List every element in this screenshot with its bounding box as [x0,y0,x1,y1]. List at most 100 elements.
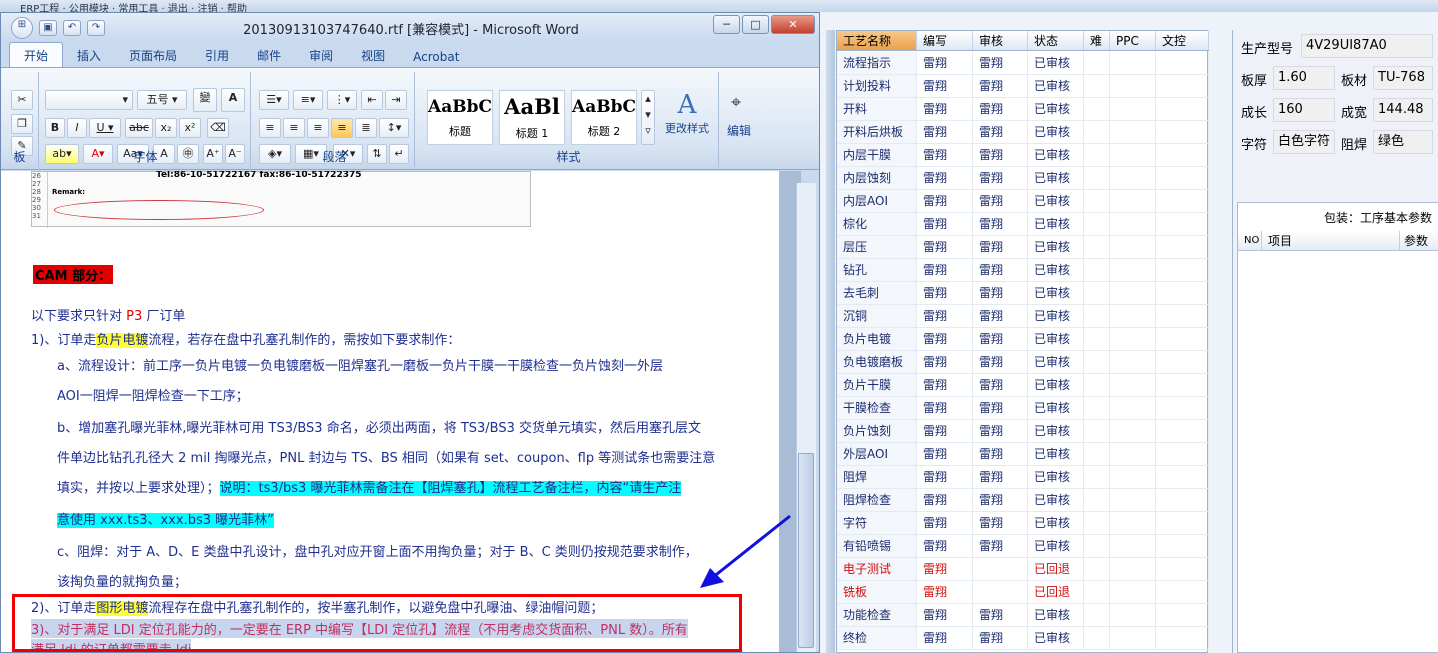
header-author[interactable]: 编写 [917,31,973,50]
header-item[interactable]: 项目 [1262,231,1400,250]
clear-format-icon[interactable]: ⌫ [207,118,229,138]
table-row[interactable]: 内层蚀刻 雷翔 雷翔 已审核 [837,167,1209,190]
tab-view[interactable]: 视图 [347,43,399,67]
header-reviewer[interactable]: 审核 [973,31,1028,50]
phonetic-icon[interactable]: 變 [193,88,217,112]
copy-icon[interactable]: ❐ [11,114,33,134]
align-right-icon[interactable]: ≡ [307,118,329,138]
office-icon[interactable]: ⊞ [11,17,33,39]
table-row[interactable]: 负电镀磨板 雷翔 雷翔 已审核 [837,351,1209,374]
table-row[interactable]: 阻焊 雷翔 雷翔 已审核 [837,466,1209,489]
table-row[interactable]: 流程指示 雷翔 雷翔 已审核 [837,52,1209,75]
header-process-name[interactable]: 工艺名称 [837,31,917,50]
edit-group[interactable]: ⌖ 编辑 [723,72,761,167]
table-row[interactable]: 电子测试 雷翔 已回退 [837,558,1209,581]
header-status[interactable]: 状态 [1028,31,1084,50]
tab-page-layout[interactable]: 页面布局 [115,43,191,67]
table-row[interactable]: 阻焊检查 雷翔 雷翔 已审核 [837,489,1209,512]
tab-acrobat[interactable]: Acrobat [399,46,473,67]
style-name: 标题 [449,125,471,138]
table-row[interactable]: 沉铜 雷翔 雷翔 已审核 [837,305,1209,328]
table-row[interactable]: 内层干膜 雷翔 雷翔 已审核 [837,144,1209,167]
cell-difficulty [1084,443,1110,465]
style-title[interactable]: AaBbC 标题 [427,90,493,145]
item-1b-line1: b、增加塞孔曝光菲林,曝光菲林可用 TS3/BS3 命名，必须出两面，将 TS3… [57,421,702,436]
table-row[interactable]: 棕化 雷翔 雷翔 已审核 [837,213,1209,236]
table-row[interactable]: 负片蚀刻 雷翔 雷翔 已审核 [837,420,1209,443]
cell-status: 已审核 [1028,259,1084,281]
table-row[interactable]: 层压 雷翔 雷翔 已审核 [837,236,1209,259]
minimize-button[interactable]: ─ [713,15,740,34]
table-row[interactable]: 有铅喷锡 雷翔 雷翔 已审核 [837,535,1209,558]
cell-difficulty [1084,121,1110,143]
length-value[interactable]: 160 [1273,98,1335,122]
bullets-button[interactable]: ☰▾ [259,90,289,110]
redo-icon[interactable]: ↷ [87,20,105,36]
document-page[interactable]: 26 27 28 29 30 31 Tel:86-10-51722167 fax… [1,171,779,652]
italic-button[interactable]: I [67,118,87,138]
header-param[interactable]: 参数 [1400,231,1438,250]
align-left-icon[interactable]: ≡ [259,118,281,138]
tab-home[interactable]: 开始 [9,42,64,67]
header-ppc[interactable]: PPC [1110,31,1156,50]
bold-button[interactable]: B [45,118,65,138]
increase-indent-icon[interactable]: ⇥ [385,90,407,110]
table-row[interactable]: 负片电镀 雷翔 雷翔 已审核 [837,328,1209,351]
tab-mailings[interactable]: 邮件 [243,43,295,67]
font-size-select[interactable]: 五号 ▾ [137,90,187,110]
table-row[interactable]: 内层AOI 雷翔 雷翔 已审核 [837,190,1209,213]
table-row[interactable]: 钻孔 雷翔 雷翔 已审核 [837,259,1209,282]
align-center-icon[interactable]: ≡ [283,118,305,138]
change-styles-button[interactable]: A 更改样式 [659,90,715,136]
table-row[interactable]: 终检 雷翔 雷翔 已审核 [837,627,1209,650]
multilevel-list-button[interactable]: ⋮▾ [327,90,357,110]
table-row[interactable]: 铣板 雷翔 已回退 [837,581,1209,604]
style-heading-2[interactable]: AaBbC 标题 2 [571,90,637,145]
table-row[interactable]: 功能检查 雷翔 雷翔 已审核 [837,604,1209,627]
soldermask-value[interactable]: 绿色 [1373,130,1433,154]
decrease-indent-icon[interactable]: ⇤ [361,90,383,110]
font-name-select[interactable]: ▾ [45,90,133,110]
table-row[interactable]: 干膜检查 雷翔 雷翔 已审核 [837,397,1209,420]
character-value[interactable]: 白色字符 [1273,130,1335,154]
table-row[interactable]: 开料后烘板 雷翔 雷翔 已审核 [837,121,1209,144]
tab-references[interactable]: 引用 [191,43,243,67]
underline-button[interactable]: U ▾ [89,118,121,138]
superscript-button[interactable]: x² [179,118,201,138]
table-row[interactable]: 去毛刺 雷翔 雷翔 已审核 [837,282,1209,305]
table-row[interactable]: 外层AOI 雷翔 雷翔 已审核 [837,443,1209,466]
title-bar: 20130913103747640.rtf [兼容模式] - Microsoft… [1,13,819,43]
material-value[interactable]: TU-768 [1373,66,1433,90]
table-row[interactable]: 开料 雷翔 雷翔 已审核 [837,98,1209,121]
thickness-value[interactable]: 1.60 [1273,66,1335,90]
close-button[interactable]: ✕ [771,15,815,34]
cell-author: 雷翔 [917,535,973,557]
strikethrough-button[interactable]: abc [125,118,153,138]
cell-status: 已审核 [1028,282,1084,304]
cut-icon[interactable]: ✂ [11,90,33,110]
styles-scroll[interactable]: ▴ ▾ ▿ [641,90,655,145]
line-spacing-button[interactable]: ↕▾ [379,118,409,138]
save-icon[interactable]: ▣ [39,20,57,36]
header-doc-control[interactable]: 文控 [1156,31,1209,50]
justify-icon[interactable]: ≡ [331,118,353,138]
subscript-button[interactable]: x₂ [155,118,177,138]
header-no[interactable]: NO [1238,231,1262,250]
table-row[interactable]: 负片干膜 雷翔 雷翔 已审核 [837,374,1209,397]
tab-insert[interactable]: 插入 [63,43,115,67]
width-value[interactable]: 144.48 [1373,98,1433,122]
undo-icon[interactable]: ↶ [63,20,81,36]
table-row[interactable]: 字符 雷翔 雷翔 已审核 [837,512,1209,535]
tab-review[interactable]: 审阅 [295,43,347,67]
model-value[interactable]: 4V29UI87A0 [1301,34,1433,58]
cell-reviewer: 雷翔 [973,236,1028,258]
header-difficulty[interactable]: 难 [1084,31,1110,50]
panel-splitter[interactable] [826,30,835,653]
style-heading-1[interactable]: AaBl 标题 1 [499,90,565,145]
char-border-icon[interactable]: A [221,88,245,112]
scrollbar-thumb[interactable] [798,453,814,648]
distribute-icon[interactable]: ≣ [355,118,377,138]
numbering-button[interactable]: ≡▾ [293,90,323,110]
table-row[interactable]: 计划投料 雷翔 雷翔 已审核 [837,75,1209,98]
maximize-button[interactable]: □ [742,15,769,34]
